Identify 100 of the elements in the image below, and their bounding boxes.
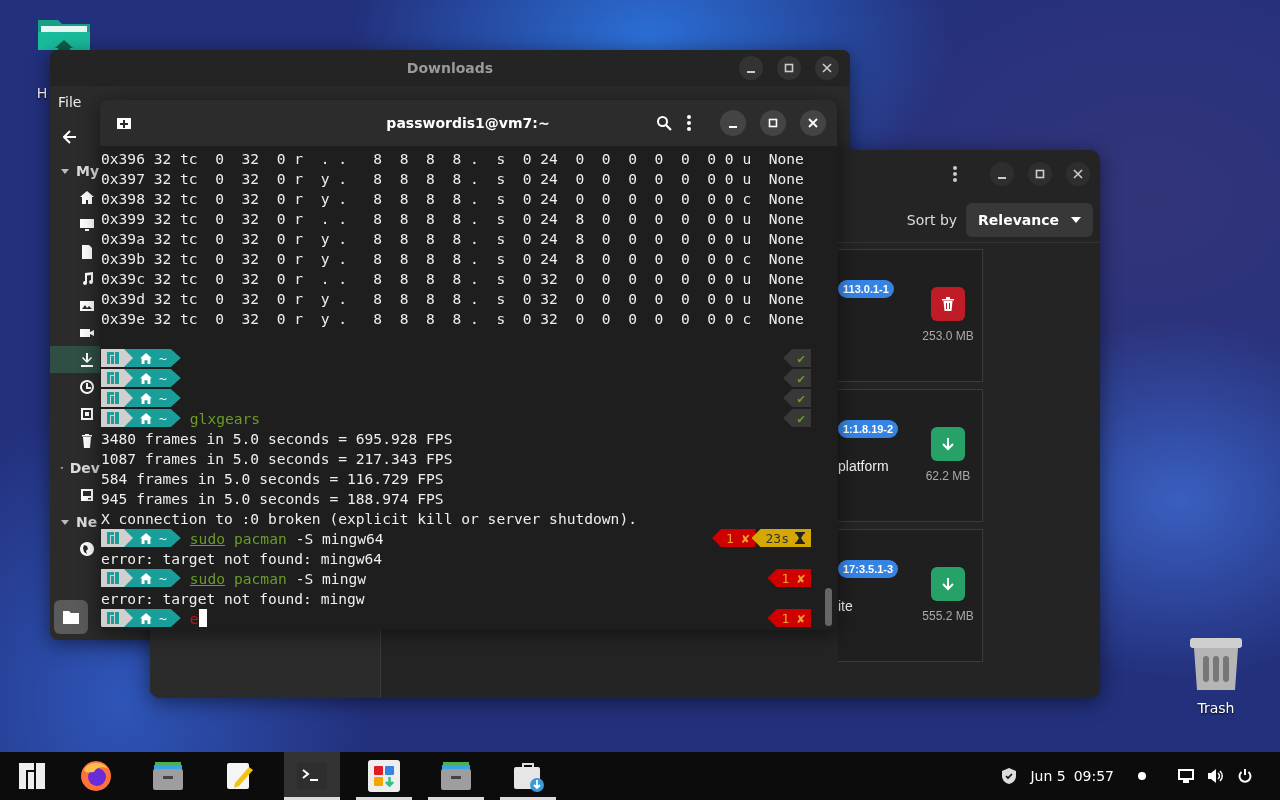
sidebar-section-title: Dev bbox=[69, 459, 100, 476]
caret-icon bbox=[1071, 217, 1081, 223]
trash-icon bbox=[79, 432, 95, 449]
power-icon[interactable] bbox=[1238, 769, 1252, 783]
duration-text: 23s bbox=[765, 530, 789, 546]
sort-label: Sort by bbox=[906, 212, 958, 228]
file-cabinet-icon bbox=[440, 761, 472, 791]
logo-icon bbox=[107, 532, 119, 544]
logo-icon bbox=[107, 572, 119, 584]
prompt-path: ~ bbox=[159, 370, 167, 386]
menu-icon[interactable] bbox=[686, 114, 692, 132]
app-menu-icon bbox=[19, 763, 45, 789]
running-indicator bbox=[284, 797, 340, 800]
minimize-button[interactable] bbox=[990, 162, 1014, 186]
icon-label: H bbox=[37, 85, 48, 101]
maximize-button[interactable] bbox=[1028, 162, 1052, 186]
places-button[interactable] bbox=[54, 600, 88, 634]
close-icon bbox=[822, 63, 832, 73]
exit-code-segment: 1 ✘ bbox=[767, 569, 811, 587]
sort-dropdown[interactable]: Relevance bbox=[966, 203, 1093, 237]
globe-icon bbox=[79, 540, 95, 557]
prompt-path: ~ bbox=[159, 410, 167, 426]
package-card[interactable]: 17:3.5.1-3 ite 555.2 MB bbox=[838, 529, 983, 662]
status-ok-segment: ✔ bbox=[783, 349, 811, 367]
search-icon[interactable] bbox=[656, 115, 672, 131]
taskbar-app-button[interactable] bbox=[284, 752, 340, 800]
logo-icon bbox=[107, 352, 119, 364]
monitor-icon bbox=[79, 216, 95, 233]
back-arrow-icon[interactable] bbox=[63, 129, 77, 144]
time-text[interactable]: 09:57 bbox=[1073, 768, 1114, 784]
terminal-output-line: 3480 frames in 5.0 seconds = 695.928 FPS bbox=[101, 429, 453, 447]
version-badge: 113.0.1-1 bbox=[838, 280, 894, 298]
package-size: 555.2 MB bbox=[922, 609, 974, 623]
down-arrow-icon bbox=[940, 576, 956, 592]
hourglass-icon bbox=[795, 532, 805, 544]
maximize-button[interactable] bbox=[760, 110, 786, 136]
exit-code-segment: 1 ✘ bbox=[767, 609, 811, 627]
sidebar-section-title: My bbox=[76, 162, 100, 179]
version-badge: 17:3.5.1-3 bbox=[838, 560, 899, 578]
shield-icon[interactable] bbox=[1002, 768, 1017, 784]
status-ok-segment: ✔ bbox=[783, 409, 811, 427]
logo-icon bbox=[107, 372, 119, 384]
close-button[interactable] bbox=[815, 56, 839, 80]
home-icon bbox=[140, 392, 152, 404]
home-icon bbox=[140, 532, 152, 544]
menu-icon[interactable] bbox=[952, 165, 958, 183]
close-button[interactable] bbox=[1066, 162, 1090, 186]
status-ok-segment: ✔ bbox=[783, 389, 811, 407]
clock-icon bbox=[79, 378, 95, 395]
trash-icon bbox=[940, 296, 956, 312]
home-icon bbox=[140, 352, 152, 364]
date-text[interactable]: Jun 5 bbox=[1030, 768, 1066, 784]
close-icon bbox=[1073, 169, 1083, 179]
maximize-button[interactable] bbox=[777, 56, 801, 80]
minimize-icon bbox=[729, 125, 737, 128]
command-text: pacman bbox=[234, 529, 287, 547]
folder-icon bbox=[63, 610, 79, 624]
terminal-icon bbox=[297, 763, 327, 789]
document-icon bbox=[79, 243, 95, 260]
download-icon bbox=[79, 351, 95, 368]
terminal-output-line: 0x396 32 tc 0 32 0 r . . 8 8 8 8 . s 0 24 0 0 0 0 0 0 0 u None bbox=[101, 149, 804, 167]
down-arrow-icon bbox=[940, 436, 956, 452]
command-text: -S mingw64 bbox=[295, 529, 384, 547]
prompt-path: ~ bbox=[159, 530, 167, 546]
terminal-output-line: 0x39d 32 tc 0 32 0 r y . 8 8 8 8 . s 0 32 0 0 0 0 0 0 0 u None bbox=[101, 289, 804, 307]
command-text: sudo bbox=[189, 569, 225, 587]
sidebar-item[interactable] bbox=[50, 346, 100, 373]
terminal-output-line: 0x397 32 tc 0 32 0 r y . 8 8 8 8 . s 0 24 0 0 0 0 0 0 0 u None bbox=[101, 169, 804, 187]
scrollbar[interactable] bbox=[825, 588, 832, 626]
terminal-output-line: 0x399 32 tc 0 32 0 r . . 8 8 8 8 . s 0 24 8 0 0 0 0 0 0 u None bbox=[101, 209, 804, 227]
notification-dot-icon[interactable] bbox=[1138, 772, 1146, 780]
new-tab-icon[interactable] bbox=[116, 116, 132, 130]
minimize-button[interactable] bbox=[720, 110, 746, 136]
menu-item[interactable]: File bbox=[58, 94, 82, 110]
home-icon bbox=[140, 372, 152, 384]
install-button[interactable] bbox=[931, 567, 965, 601]
notepad-pencil-icon bbox=[225, 761, 255, 791]
running-indicator bbox=[356, 797, 412, 800]
volume-icon[interactable] bbox=[1208, 769, 1224, 783]
install-button[interactable] bbox=[931, 427, 965, 461]
terminal-output-line: 0x39b 32 tc 0 32 0 r y . 8 8 8 8 . s 0 24 8 0 0 0 0 0 0 c None bbox=[101, 249, 804, 267]
home-icon bbox=[140, 612, 152, 624]
network-icon[interactable] bbox=[1178, 769, 1194, 783]
shopping-bag-icon bbox=[512, 760, 544, 792]
icon-label: Trash bbox=[1197, 700, 1235, 716]
minimize-button[interactable] bbox=[739, 56, 763, 80]
command-text: sudo bbox=[189, 529, 225, 547]
minimize-icon bbox=[998, 176, 1006, 179]
maximize-icon bbox=[784, 63, 794, 73]
package-card[interactable]: 1:1.8.19-2 platform 62.2 MB bbox=[838, 389, 983, 522]
terminal-output-line: 1087 frames in 5.0 seconds = 217.343 FPS bbox=[101, 449, 453, 467]
terminal-output-line: 0x398 32 tc 0 32 0 r y . 8 8 8 8 . s 0 24 0 0 0 0 0 0 0 c None bbox=[101, 189, 804, 207]
package-card[interactable]: 113.0.1-1 253.0 MB bbox=[838, 249, 983, 382]
drive-icon bbox=[79, 486, 95, 503]
close-button[interactable] bbox=[800, 110, 826, 136]
home-icon bbox=[140, 572, 152, 584]
terminal-output-line: error: target not found: mingw64 bbox=[101, 549, 383, 567]
minimize-icon bbox=[747, 70, 755, 73]
remove-button[interactable] bbox=[931, 287, 965, 321]
logo-icon bbox=[107, 412, 119, 424]
